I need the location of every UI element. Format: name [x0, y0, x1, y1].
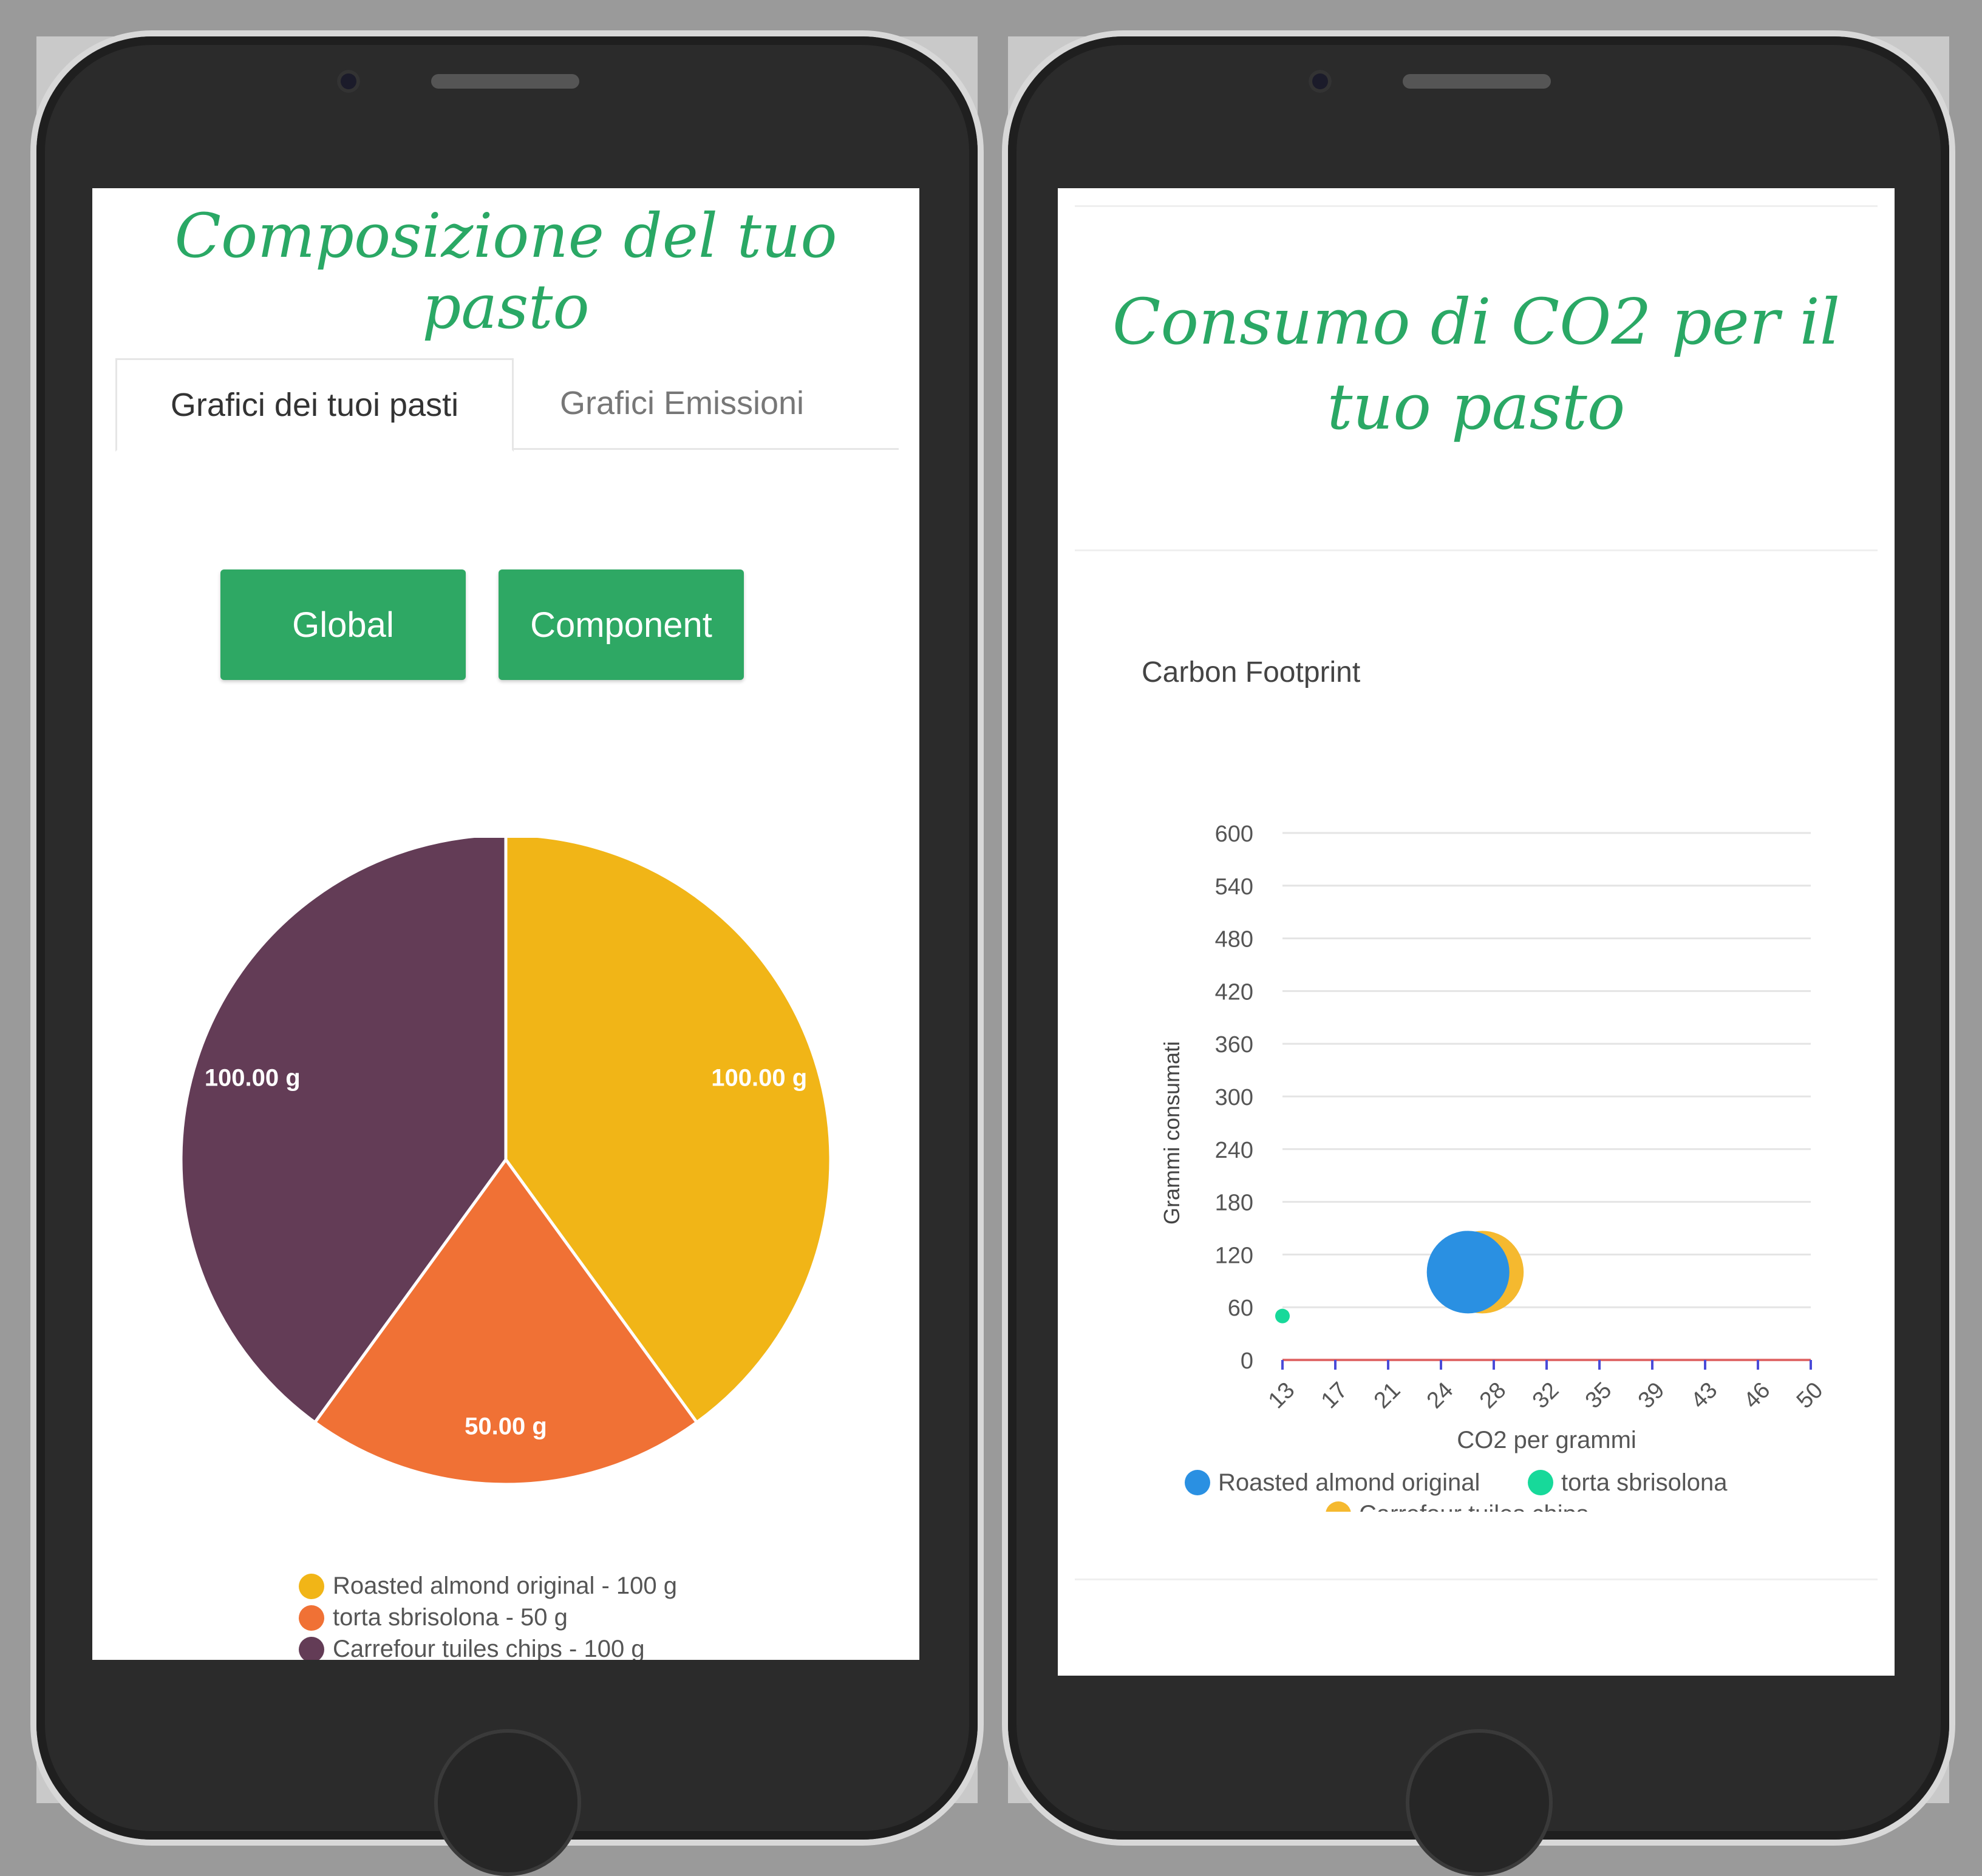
- y-tick-label: 480: [1215, 927, 1253, 953]
- home-button[interactable]: [434, 1729, 581, 1876]
- pie-data-label: 50.00 g: [465, 1413, 547, 1440]
- pie-chart: 100.00 g 50.00 g 100.00 g: [179, 838, 833, 1486]
- page-title: Consumo di CO2 per il tuo pasto: [1112, 285, 1841, 444]
- pie-data-label: 100.00 g: [205, 1064, 301, 1091]
- x-tick-label: 21: [1369, 1378, 1406, 1414]
- bubble-point[interactable]: [1275, 1308, 1290, 1324]
- legend-marker: [1326, 1501, 1351, 1512]
- legend-label[interactable]: Roasted almond original: [1218, 1469, 1480, 1496]
- bubble-point[interactable]: [1426, 1231, 1510, 1314]
- tab-bar: Grafici dei tuoi pasti Grafici Emissioni: [115, 358, 899, 452]
- x-tick-label: 13: [1264, 1378, 1300, 1414]
- y-tick-label: 420: [1215, 979, 1253, 1005]
- x-tick-label: 17: [1316, 1378, 1353, 1414]
- x-tick-label: 35: [1581, 1378, 1617, 1414]
- y-tick-label: 600: [1215, 821, 1253, 847]
- legend-marker: [1185, 1470, 1210, 1495]
- x-tick-label: 24: [1422, 1378, 1459, 1414]
- x-tick-label: 46: [1739, 1378, 1776, 1414]
- divider: [1075, 549, 1878, 551]
- global-button[interactable]: Global: [220, 569, 466, 680]
- right-phone-frame: Consumo di CO2 per il tuo pasto Carbon F…: [1008, 36, 1949, 1876]
- legend-label[interactable]: Carrefour tuiles chips: [1359, 1501, 1589, 1512]
- legend-item[interactable]: torta sbrisolona - 50 g: [299, 1604, 568, 1631]
- pie-data-label: 100.00 g: [711, 1064, 807, 1091]
- speaker-grille: [1403, 74, 1551, 89]
- component-button[interactable]: Component: [499, 569, 744, 680]
- y-tick-label: 120: [1215, 1243, 1253, 1268]
- legend-marker: [299, 1636, 324, 1660]
- x-tick-label: 28: [1475, 1378, 1511, 1414]
- legend-marker: [299, 1605, 324, 1631]
- legend-item[interactable]: Roasted almond original - 100 g: [299, 1572, 677, 1600]
- y-tick-label: 180: [1215, 1191, 1253, 1216]
- phone-body: Composizione del tuo pasto Grafici dei t…: [36, 36, 978, 1876]
- speaker-grille: [431, 74, 579, 89]
- tab-grafici-pasti[interactable]: Grafici dei tuoi pasti: [115, 358, 514, 452]
- legend-label: torta sbrisolona - 50 g: [333, 1604, 568, 1631]
- y-tick-label: 60: [1228, 1296, 1253, 1321]
- divider: [1075, 1579, 1878, 1580]
- legend-marker: [1528, 1470, 1553, 1495]
- y-tick-label: 240: [1215, 1138, 1253, 1163]
- legend-label: Roasted almond original - 100 g: [333, 1572, 678, 1599]
- y-tick-label: 360: [1215, 1032, 1253, 1058]
- x-tick-label: 43: [1686, 1378, 1723, 1414]
- y-tick-label: 0: [1241, 1348, 1253, 1374]
- x-tick-label: 32: [1528, 1378, 1564, 1414]
- legend-item[interactable]: Carrefour tuiles chips - 100 g: [299, 1636, 645, 1660]
- camera-icon: [337, 70, 360, 93]
- left-phone-frame: Composizione del tuo pasto Grafici dei t…: [36, 36, 978, 1876]
- legend-marker: [299, 1573, 324, 1599]
- left-screen: Composizione del tuo pasto Grafici dei t…: [92, 188, 919, 1660]
- phone-body: Consumo di CO2 per il tuo pasto Carbon F…: [1008, 36, 1949, 1876]
- right-screen: Consumo di CO2 per il tuo pasto Carbon F…: [1058, 188, 1895, 1676]
- home-button[interactable]: [1406, 1729, 1553, 1876]
- x-tick-label: 39: [1633, 1378, 1670, 1414]
- camera-icon: [1309, 70, 1332, 93]
- tab-grafici-emissioni[interactable]: Grafici Emissioni: [512, 358, 852, 448]
- legend-label: Carrefour tuiles chips - 100 g: [333, 1636, 645, 1660]
- chart-title: Carbon Footprint: [1142, 656, 1361, 688]
- y-tick-label: 540: [1215, 874, 1253, 900]
- page-title: Composizione del tuo pasto: [174, 200, 837, 342]
- scatter-chart: 60054048042036030024018012060013 17 21 24 28…: [1159, 821, 1828, 1512]
- x-tick-label: 50: [1792, 1378, 1828, 1414]
- legend-label[interactable]: torta sbrisolona: [1561, 1469, 1728, 1496]
- y-axis-title: Grammi consumati: [1159, 1041, 1184, 1225]
- x-axis-title: CO2 per grammi: [1457, 1427, 1636, 1453]
- divider: [1075, 205, 1878, 207]
- y-tick-label: 300: [1215, 1085, 1253, 1110]
